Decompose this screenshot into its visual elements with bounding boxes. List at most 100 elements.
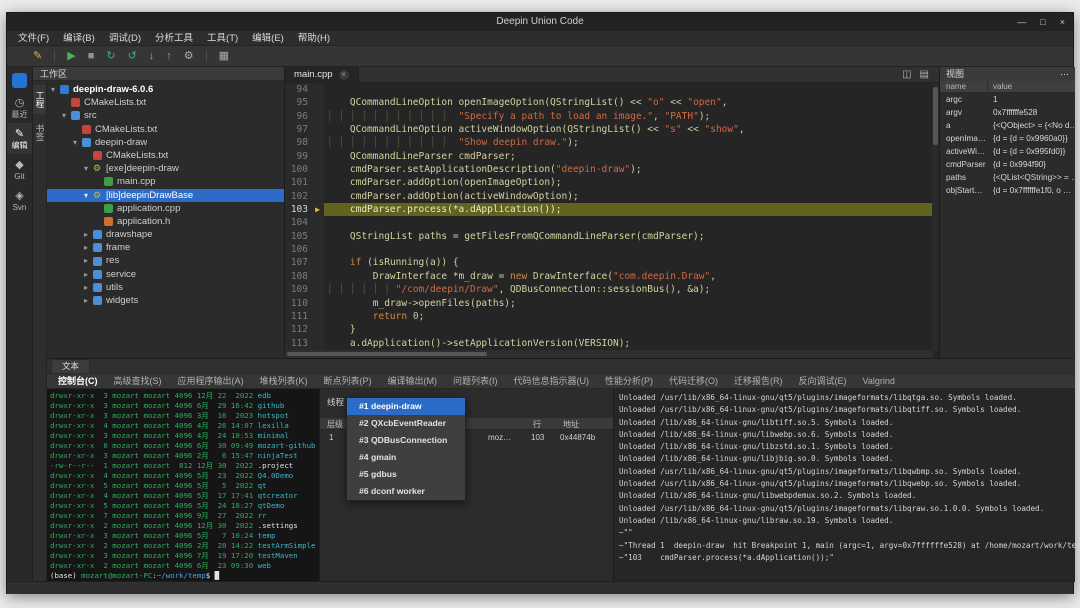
restart-icon[interactable]: ↻ [106,51,115,62]
tree-item[interactable]: ▸drawshape [47,228,284,241]
expand-arrow-icon[interactable]: ▸ [84,281,93,294]
apps-icon[interactable]: ▦ [219,51,229,62]
hscrollbar-thumb[interactable] [287,352,487,356]
tab-text[interactable]: 文本 [51,359,90,373]
bottom-tab[interactable]: 应用程序输出(A) [171,373,251,389]
tree-item[interactable]: ▾deepin-draw-6.0.6 [47,83,284,96]
code-line-99[interactable]: 99 QCommandLineParser cmdParser; [285,150,933,163]
bottom-tab[interactable]: Valgrind [856,373,902,389]
variable-row[interactable]: activeWi…{d = {d = 0x995fd0}} [940,145,1075,158]
tree-item[interactable]: ▸service [47,268,284,281]
menu-item[interactable]: 工具(T) [200,31,245,46]
code-line-104[interactable]: 104 [285,216,933,229]
tab-main-cpp[interactable]: main.cpp × [285,67,359,82]
code-line-97[interactable]: 97 QCommandLineOption activeWindowOption… [285,123,933,136]
bottom-tab[interactable]: 堆栈列表(K) [253,373,315,389]
expand-arrow-icon[interactable]: ▾ [84,189,93,202]
bottom-tab[interactable]: 代码信息指示器(U) [507,373,597,389]
code-line-101[interactable]: 101 cmdParser.addOption(openImageOption)… [285,176,933,189]
variable-row[interactable]: paths{<QList<QString>> = … [940,171,1075,184]
code-line-96[interactable]: 96│ │ │ │ │ │ │ │ │ │ │ "Specify a path … [285,110,933,123]
close-icon[interactable]: × [1060,17,1065,27]
tree-item[interactable]: ▾deepin-draw [47,136,284,149]
tree-item[interactable]: application.cpp [47,202,284,215]
menu-item[interactable]: 编辑(E) [245,31,291,46]
menu-item[interactable]: 分析工具 [148,31,200,46]
edit-icon[interactable]: ✎ [33,51,42,62]
code-line-110[interactable]: 110 m_draw->openFiles(paths); [285,297,933,310]
sidebar-item-edit[interactable]: ✎编辑 [7,123,32,154]
code-line-106[interactable]: 106 [285,243,933,256]
code-line-111[interactable]: 111 return 0; [285,310,933,323]
bottom-tab[interactable]: 高级查找(S) [107,373,169,389]
sidebar-item-git[interactable]: ◆Git [7,154,32,185]
code-line-98[interactable]: 98│ │ │ │ │ │ │ │ │ │ │ "Show deepin dra… [285,136,933,149]
menu-item[interactable]: 编译(B) [56,31,102,46]
split-editor-icon[interactable]: ◫ [902,69,911,80]
tree-item[interactable]: CMakeLists.txt [47,149,284,162]
vscrollbar-thumb[interactable] [933,87,938,145]
thread-option[interactable]: #5 gdbus [347,466,465,483]
expand-arrow-icon[interactable]: ▸ [84,294,93,307]
step-out-icon[interactable]: ↑ [166,51,172,62]
code-line-103[interactable]: 103▶ cmdParser.process(*a.dApplication()… [285,203,933,216]
close-tab-icon[interactable]: × [339,70,349,80]
variable-row[interactable]: objStart…{d = 0x7ffffffe1f0, o … [940,184,1075,197]
tree-item[interactable]: ▸res [47,254,284,267]
expand-arrow-icon[interactable]: ▸ [84,268,93,281]
code-line-94[interactable]: 94 [285,83,933,96]
code-line-100[interactable]: 100 cmdParser.setApplicationDescription(… [285,163,933,176]
thread-option[interactable]: #1 deepin-draw [347,398,465,415]
thread-option[interactable]: #2 QXcbEventReader [347,415,465,432]
variable-row[interactable]: cmdParser{d = 0x994f90} [940,158,1075,171]
more-icon[interactable]: ⋯ [1060,67,1069,81]
variable-row[interactable]: argc1 [940,93,1075,106]
expand-arrow-icon[interactable]: ▸ [84,254,93,267]
bottom-tab[interactable]: 断点列表(P) [317,373,379,389]
editor-list-icon[interactable]: ▤ [920,69,929,80]
menu-item[interactable]: 文件(F) [11,31,56,46]
expand-arrow-icon[interactable]: ▾ [51,83,60,96]
bottom-tab[interactable]: 代码迁移(O) [662,373,725,389]
expand-arrow-icon[interactable]: ▾ [62,109,71,122]
expand-arrow-icon[interactable]: ▾ [84,162,93,175]
code-line-107[interactable]: 107 if (isRunning(a)) { [285,256,933,269]
editor-hscrollbar[interactable] [285,350,933,358]
menu-item[interactable]: 帮助(H) [291,31,337,46]
thread-option[interactable]: #4 gmain [347,449,465,466]
variable-row[interactable]: argv0x7ffffffe528 [940,106,1075,119]
stop-icon[interactable]: ■ [88,51,95,62]
tree-item[interactable]: ▸frame [47,241,284,254]
thread-option[interactable]: #6 dconf worker [347,483,465,500]
sidebar-item-recent[interactable]: ◷最近 [7,92,32,123]
bottom-tab[interactable]: 问题列表(I) [446,373,505,389]
app-logo-icon[interactable] [12,73,27,88]
settings-icon[interactable]: ⚙ [184,51,194,62]
minimize-icon[interactable]: — [1017,17,1026,27]
thread-option[interactable]: #3 QDBusConnection [347,432,465,449]
bottom-tab[interactable]: 编译输出(M) [381,373,445,389]
workspace-side-tab[interactable]: 书签 [33,118,46,147]
maximize-icon[interactable]: □ [1040,17,1045,27]
titlebar[interactable]: Deepin Union Code — □ × [7,13,1073,31]
bottom-tab[interactable]: 性能分析(P) [598,373,660,389]
code-line-102[interactable]: 102 cmdParser.addOption(activeWindowOpti… [285,190,933,203]
bottom-tab[interactable]: 迁移报告(R) [727,373,790,389]
expand-arrow-icon[interactable]: ▸ [84,228,93,241]
tree-item[interactable]: CMakeLists.txt [47,123,284,136]
tree-item[interactable]: main.cpp [47,175,284,188]
tree-item[interactable]: ▾src [47,109,284,122]
tree-item[interactable]: ▾⚙[lib]deepinDrawBase [47,189,284,202]
bottom-tab[interactable]: 反向调试(E) [792,373,854,389]
expand-arrow-icon[interactable]: ▾ [73,136,82,149]
terminal[interactable]: drwxr-xr-x 3 mozart mozart 4096 12月 22 2… [47,389,319,582]
tree-item[interactable]: CMakeLists.txt [47,96,284,109]
variable-row[interactable]: a{<QObject> = {<No d… [940,119,1075,132]
continue-icon[interactable]: ↺ [128,51,137,62]
variable-row[interactable]: openIma…{d = {d = 0x9960a0}} [940,132,1075,145]
menu-item[interactable]: 调试(D) [102,31,148,46]
run-icon[interactable]: ▶ [67,51,75,62]
code-view[interactable]: 9495 QCommandLineOption openImageOption(… [285,83,933,350]
tree-item[interactable]: ▸widgets [47,294,284,307]
tree-item[interactable]: application.h [47,215,284,228]
